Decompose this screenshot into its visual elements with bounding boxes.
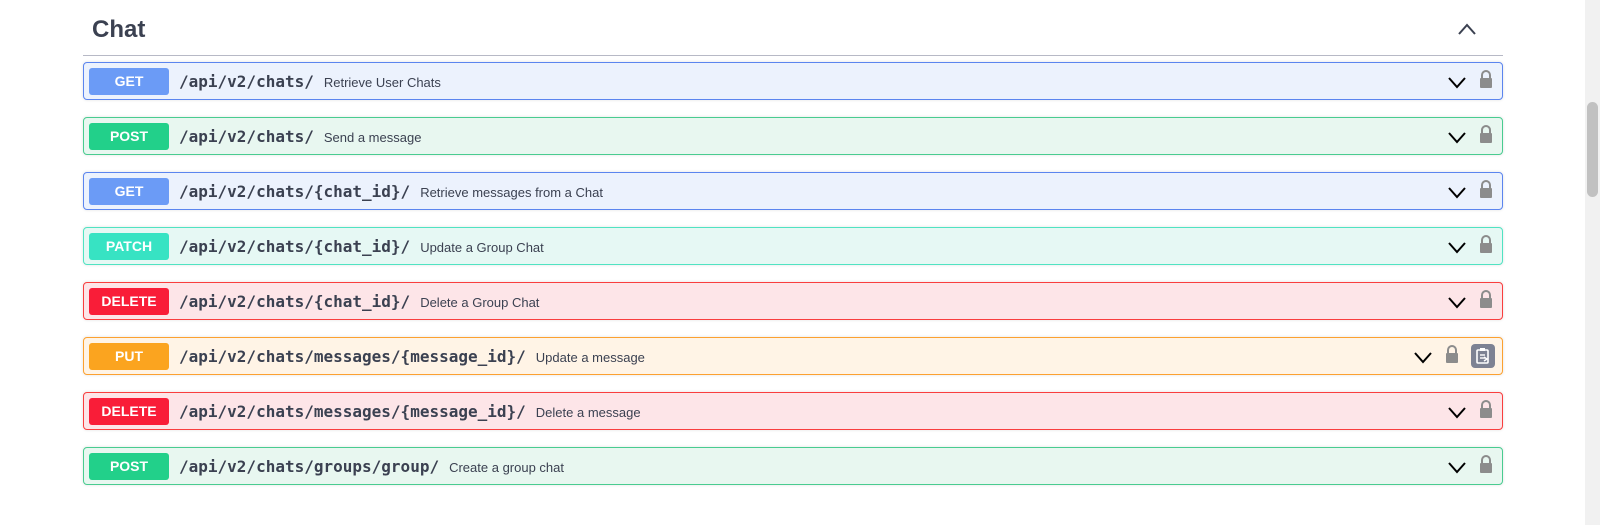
chevron-down-icon[interactable] xyxy=(1447,402,1467,422)
lock-icon[interactable] xyxy=(1444,344,1460,364)
lock-icon[interactable] xyxy=(1478,234,1494,254)
path-text: /api/v2/chats/messages/{message_id}/ xyxy=(179,347,526,366)
method-badge: GET xyxy=(89,68,169,95)
endpoint-path: /api/v2/chats/{chat_id}/ Delete a Group C… xyxy=(179,292,539,311)
endpoint-path: /api/v2/chats/messages/{message_id}/ Dele… xyxy=(179,402,641,421)
operation-row[interactable]: GET /api/v2/chats/Retrieve User Chats xyxy=(83,62,1503,100)
path-text: /api/v2/chats/{chat_id}/ xyxy=(179,292,411,311)
chevron-down-icon[interactable] xyxy=(1447,72,1467,92)
path-text: /api/v2/chats/{chat_id}/ xyxy=(179,182,411,201)
copy-to-clipboard-button[interactable] xyxy=(1471,344,1495,368)
path-text: /api/v2/chats/{chat_id}/ xyxy=(179,237,411,256)
chevron-down-icon[interactable] xyxy=(1447,182,1467,202)
endpoint-summary: Update a message xyxy=(535,350,645,365)
operation-row[interactable]: POST /api/v2/chats/Send a message xyxy=(83,117,1503,155)
endpoint-summary: Send a message xyxy=(323,130,422,145)
path-text: /api/v2/chats/ xyxy=(179,72,314,91)
endpoint-summary: Retrieve messages from a Chat xyxy=(420,185,603,200)
lock-icon[interactable] xyxy=(1478,179,1494,199)
method-badge: GET xyxy=(89,178,169,205)
endpoint-path: /api/v2/chats/messages/{message_id}/ Upda… xyxy=(179,347,645,366)
operation-row[interactable]: DELETE /api/v2/chats/messages/{message_i… xyxy=(83,392,1503,430)
path-text: /api/v2/chats/ xyxy=(179,127,314,146)
clipboard-icon xyxy=(1476,348,1489,364)
chevron-up-icon[interactable] xyxy=(1457,20,1477,40)
endpoint-summary: Update a Group Chat xyxy=(420,240,544,255)
lock-icon[interactable] xyxy=(1478,124,1494,144)
lock-icon[interactable] xyxy=(1478,454,1494,474)
chevron-down-icon[interactable] xyxy=(1447,457,1467,477)
method-badge: POST xyxy=(89,123,169,150)
path-text: /api/v2/chats/messages/{message_id}/ xyxy=(179,402,526,421)
endpoint-path: /api/v2/chats/Send a message xyxy=(179,127,421,146)
method-badge: POST xyxy=(89,453,169,480)
operation-row[interactable]: PATCH /api/v2/chats/{chat_id}/ Update a G… xyxy=(83,227,1503,265)
endpoint-summary: Retrieve User Chats xyxy=(323,75,441,90)
lock-icon[interactable] xyxy=(1478,69,1494,89)
endpoint-path: /api/v2/chats/{chat_id}/ Update a Group C… xyxy=(179,237,544,256)
section-header[interactable]: Chat xyxy=(83,0,1503,56)
chat-section: Chat GET /api/v2/chats/Retrieve User Cha… xyxy=(83,0,1503,485)
operation-row[interactable]: PUT /api/v2/chats/messages/{message_id}/… xyxy=(83,337,1503,375)
method-badge: DELETE xyxy=(89,398,169,425)
method-badge: PUT xyxy=(89,343,169,370)
chevron-down-icon[interactable] xyxy=(1447,237,1467,257)
operation-row[interactable]: DELETE /api/v2/chats/{chat_id}/ Delete a … xyxy=(83,282,1503,320)
scrollbar-thumb[interactable] xyxy=(1587,102,1598,197)
endpoint-path: /api/v2/chats/groups/group/Create a grou… xyxy=(179,457,564,476)
endpoint-summary: Delete a message xyxy=(535,405,641,420)
endpoint-summary: Delete a Group Chat xyxy=(420,295,540,310)
operations-list: GET /api/v2/chats/Retrieve User Chats PO… xyxy=(83,62,1503,502)
method-badge: DELETE xyxy=(89,288,169,315)
lock-icon[interactable] xyxy=(1478,289,1494,309)
vertical-scrollbar[interactable] xyxy=(1585,0,1600,525)
lock-icon[interactable] xyxy=(1478,399,1494,419)
endpoint-path: /api/v2/chats/Retrieve User Chats xyxy=(179,72,441,91)
section-title: Chat xyxy=(92,16,146,43)
operation-row[interactable]: GET /api/v2/chats/{chat_id}/ Retrieve mes… xyxy=(83,172,1503,210)
endpoint-path: /api/v2/chats/{chat_id}/ Retrieve message… xyxy=(179,182,603,201)
swagger-page: Chat GET /api/v2/chats/Retrieve User Cha… xyxy=(0,0,1600,525)
method-badge: PATCH xyxy=(89,233,169,260)
operation-row[interactable]: POST /api/v2/chats/groups/group/Create a… xyxy=(83,447,1503,485)
path-text: /api/v2/chats/groups/group/ xyxy=(179,457,440,476)
chevron-down-icon[interactable] xyxy=(1413,347,1433,367)
chevron-down-icon[interactable] xyxy=(1447,292,1467,312)
endpoint-summary: Create a group chat xyxy=(449,460,564,475)
chevron-down-icon[interactable] xyxy=(1447,127,1467,147)
